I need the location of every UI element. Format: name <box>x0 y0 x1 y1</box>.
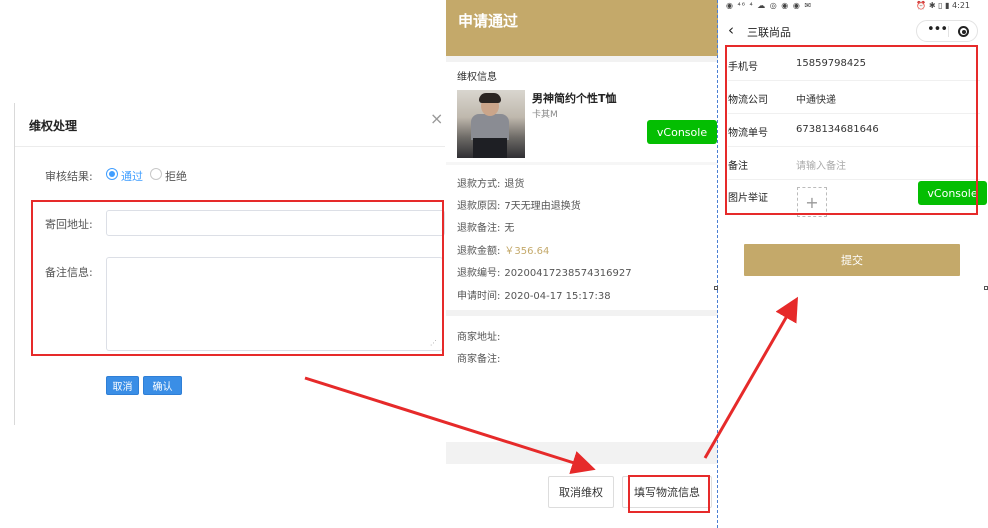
resize-handle[interactable] <box>714 286 718 290</box>
field-label: 物流单号 <box>728 128 768 139</box>
resize-handle[interactable] <box>984 286 988 290</box>
upload-photo-button[interactable]: + <box>797 187 827 217</box>
detail-refund-amount: 退款金额: ￥356.64 <box>457 246 550 257</box>
detail-refund-number: 退款编号: 20200417238574316927 <box>457 268 632 279</box>
page-title: 申请通过 <box>458 12 519 30</box>
section-title: 维权信息 <box>457 72 497 83</box>
bottom-gap <box>446 442 718 464</box>
section-gap <box>446 162 718 165</box>
status-icons-left: ◉ ⁴⁶ ⁴ ☁ ◎ ◉ ◉ ✉ <box>726 1 813 10</box>
remark-textarea[interactable] <box>106 257 443 351</box>
rights-protection-dialog: 维权处理 × 审核结果: 通过 拒绝 寄回地址: 备注信息: ⋰ 取消 确认 <box>14 103 445 425</box>
product-spec: 卡其M <box>532 110 558 120</box>
status-icons-right: ⏰ ✱ ▯ ▮ 4:21 <box>916 1 970 10</box>
phone-input[interactable]: 15859798425 <box>796 58 866 69</box>
mini-program-capsule: ••• <box>916 20 978 42</box>
field-label: 手机号 <box>728 62 758 73</box>
status-bar: ◉ ⁴⁶ ⁴ ☁ ◎ ◉ ◉ ✉ ⏰ ✱ ▯ ▮ 4:21 <box>720 0 988 14</box>
back-icon[interactable]: ‹ <box>728 21 734 39</box>
header-bar: 申请通过 <box>446 0 718 56</box>
tracking-input[interactable]: 6738134681646 <box>796 124 879 135</box>
return-address-input[interactable] <box>106 210 445 236</box>
submit-button[interactable]: 提交 <box>744 244 960 276</box>
dialog-divider <box>15 146 445 147</box>
section-gap <box>446 56 718 62</box>
close-target-icon[interactable] <box>958 26 969 37</box>
nav-title: 三联尚品 <box>747 26 791 39</box>
merchant-address-label: 商家地址: <box>457 332 501 343</box>
remark-label: 备注信息: <box>45 266 93 279</box>
product-image <box>457 90 525 158</box>
detail-refund-remark: 退款备注: 无 <box>457 223 515 234</box>
cancel-rights-button[interactable]: 取消维权 <box>548 476 614 508</box>
vconsole-button[interactable]: vConsole <box>918 181 987 205</box>
field-tracking[interactable]: 物流单号 6738134681646 <box>728 114 980 147</box>
field-label: 备注 <box>728 161 748 172</box>
field-remark[interactable]: 备注 请输入备注 <box>728 147 980 180</box>
courier-input[interactable]: 中通快递 <box>796 91 836 106</box>
dialog-title: 维权处理 <box>29 119 78 133</box>
nav-bar: ‹ 三联尚品 ••• <box>720 16 988 46</box>
review-result-label: 审核结果: <box>45 170 93 183</box>
product-name: 男神简约个性T恤 <box>532 92 617 105</box>
field-courier[interactable]: 物流公司 中通快递 <box>728 81 980 114</box>
radio-approve[interactable] <box>106 168 118 180</box>
merchant-remark-label: 商家备注: <box>457 354 501 365</box>
section-gap <box>446 310 718 316</box>
detail-refund-method: 退款方式: 退货 <box>457 179 525 190</box>
return-address-label: 寄回地址: <box>45 218 93 231</box>
screen-divider <box>717 0 718 528</box>
field-phone[interactable]: 手机号 15859798425 <box>728 48 980 81</box>
field-label: 图片举证 <box>728 193 768 204</box>
fill-logistics-button[interactable]: 填写物流信息 <box>622 476 712 508</box>
resize-grip-icon[interactable]: ⋰ <box>430 340 442 424</box>
detail-apply-time: 申请时间: 2020-04-17 15:17:38 <box>457 291 611 302</box>
logistics-form-screen: ◉ ⁴⁶ ⁴ ☁ ◎ ◉ ◉ ✉ ⏰ ✱ ▯ ▮ 4:21 ‹ 三联尚品 •••… <box>720 0 988 528</box>
radio-reject[interactable] <box>150 168 162 180</box>
radio-approve-label[interactable]: 通过 <box>121 168 143 184</box>
confirm-button[interactable]: 确认 <box>143 376 182 395</box>
radio-reject-label[interactable]: 拒绝 <box>165 168 187 184</box>
remark-input[interactable]: 请输入备注 <box>796 157 846 172</box>
close-icon[interactable]: × <box>430 111 443 127</box>
vconsole-button[interactable]: vConsole <box>647 120 717 144</box>
detail-refund-reason: 退款原因: 7天无理由退换货 <box>457 201 581 212</box>
field-label: 物流公司 <box>728 95 768 106</box>
more-icon[interactable]: ••• <box>927 22 948 37</box>
cancel-button[interactable]: 取消 <box>106 376 139 395</box>
refund-approved-screen: 申请通过 维权信息 男神简约个性T恤 卡其M vConsole 退款方式: 退货 … <box>446 0 718 528</box>
